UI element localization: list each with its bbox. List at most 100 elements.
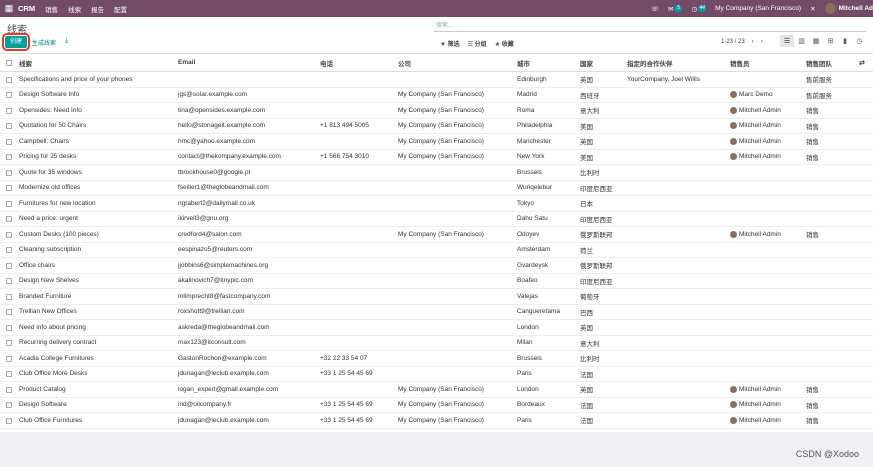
row-checkbox[interactable] [6, 154, 12, 160]
row-checkbox[interactable] [6, 169, 12, 176]
row-checkbox[interactable] [6, 123, 12, 129]
table-row[interactable]: Acadia College Furnitures GastonRochon@ex… [0, 351, 873, 367]
row-checkbox[interactable] [6, 324, 12, 331]
search-input[interactable]: 搜索... [434, 21, 866, 32]
table-row[interactable]: Quotation for 50 Chairs hello@stonageit.e… [0, 119, 873, 134]
group-by-button[interactable]: ☰ 分组 [468, 39, 487, 48]
table-row[interactable]: Need info about pricing askreda@theglobea… [0, 320, 873, 336]
row-checkbox[interactable] [6, 76, 12, 83]
row-checkbox[interactable] [6, 107, 12, 114]
phone-icon[interactable]: ☏ [651, 5, 659, 13]
row-checkbox[interactable] [6, 138, 12, 145]
row-checkbox[interactable] [6, 262, 12, 269]
table-row[interactable]: Trellian New Offices roxshott9@trellian.c… [0, 305, 873, 320]
favorites-button[interactable]: ★ 收藏 [495, 39, 514, 48]
column-header[interactable]: 城市 [517, 54, 577, 71]
table-row[interactable]: Club Office More Desks jdunagan@leclub.ex… [0, 367, 873, 382]
row-checkbox[interactable] [6, 371, 12, 377]
table-row[interactable]: Modernize old offices fseiller1@theglobea… [0, 181, 873, 196]
table-row[interactable]: Quote for 35 windows tbrockhouse0@google.… [0, 165, 873, 181]
column-header[interactable]: 销售团队 [806, 54, 856, 71]
table-cell: 法国 [580, 398, 625, 413]
calendar-view-icon[interactable]: ▦ [809, 35, 823, 47]
debug-tools-icon[interactable]: ✕ [810, 5, 815, 13]
row-checkbox[interactable] [6, 231, 12, 238]
table-row[interactable]: Specifications and price of your phones E… [0, 72, 873, 88]
optional-columns-icon[interactable]: ⇄ [859, 54, 869, 71]
row-checkbox[interactable] [6, 386, 12, 393]
table-cell [398, 258, 514, 273]
filter-button[interactable]: ▼ 筛选 [440, 39, 460, 48]
table-row[interactable]: Campbell: Chairs hmc@yahoo.example.com My … [0, 134, 873, 150]
table-row[interactable]: Custom Desks (100 pieces) credford4@salon… [0, 227, 873, 243]
pager-next-icon[interactable]: › [761, 39, 763, 45]
cell-text: 英国 [580, 139, 593, 147]
activity-icon[interactable]: ◷ 44 [691, 5, 707, 13]
table-row[interactable]: Opensides: Need Info tina@opensides.examp… [0, 103, 873, 119]
cell-text: Need a price: urgent [19, 215, 78, 223]
column-header[interactable]: 指定的合作伙伴 [627, 54, 727, 71]
menu-sales[interactable]: 销售 [45, 4, 58, 14]
row-checkbox[interactable] [6, 402, 12, 408]
row-checkbox[interactable] [6, 216, 12, 222]
column-header[interactable]: 线索 [19, 54, 169, 71]
company-switcher[interactable]: My Company (San Francisco) [715, 5, 801, 12]
messages-icon[interactable]: ✉ 5 [668, 5, 683, 13]
activity-view-icon[interactable]: ◷ [853, 35, 867, 47]
table-row[interactable]: Design Software ind@oilcompany.fr +33 1 25… [0, 398, 873, 413]
table-row[interactable]: Branded Furniture mlimprecht8@fastcompany… [0, 289, 873, 305]
menu-reports[interactable]: 报告 [91, 4, 104, 14]
table-row[interactable]: Design Software Info jgs@solar.example.co… [0, 88, 873, 103]
table-row[interactable]: Furnitures for new location ngrabert2@dai… [0, 196, 873, 212]
table-row[interactable]: Design New Shelves akalinovich7@tinypic.c… [0, 274, 873, 289]
menu-leads[interactable]: 线索 [68, 4, 81, 14]
table-row[interactable]: Club Office Furnitures jdunagan@leclub.ex… [0, 413, 873, 429]
row-checkbox[interactable] [6, 92, 12, 98]
cell-text: ikirvell3@gnu.org [178, 215, 229, 223]
table-row[interactable]: Need a price: urgent ikirvell3@gnu.org Dah… [0, 212, 873, 227]
user-menu[interactable]: Mitchell Ad [824, 3, 873, 14]
pager-value[interactable]: 1-23 / 23 [721, 39, 745, 45]
table-cell [730, 289, 804, 304]
row-checkbox[interactable] [6, 278, 12, 284]
row-checkbox[interactable] [6, 185, 12, 191]
graph-view-icon[interactable]: ▮ [838, 35, 852, 47]
table-row[interactable]: Pricing for 25 desks contact@thekompany.e… [0, 150, 873, 165]
row-checkbox[interactable] [6, 247, 12, 253]
table-cell: 印度尼西亚 [580, 181, 625, 196]
pager-prev-icon[interactable]: ‹ [752, 39, 754, 45]
generate-leads-button[interactable]: 生成线索 [32, 38, 56, 47]
column-header[interactable]: 国家 [580, 54, 625, 71]
row-checkbox[interactable] [6, 340, 12, 346]
row-checkbox[interactable] [6, 309, 12, 315]
column-header[interactable]: 销售员 [730, 54, 804, 71]
list-view-icon[interactable]: ☰ [780, 35, 794, 47]
table-row[interactable]: Cleaning subscription eespinazo5@reuters.… [0, 243, 873, 258]
create-button[interactable]: 创建 [1, 33, 31, 51]
cell-text: My Company (San Francisco) [398, 106, 484, 114]
pivot-view-icon[interactable]: ⊞ [824, 35, 838, 47]
row-checkbox[interactable] [6, 417, 12, 424]
row-checkbox[interactable] [6, 355, 12, 362]
select-all-checkbox[interactable] [6, 60, 12, 66]
table-cell: Gvardeysk [517, 258, 577, 273]
table-cell: Amsterdam [517, 243, 577, 258]
column-header[interactable]: 公司 [398, 54, 514, 71]
app-name[interactable]: CRM [18, 4, 35, 13]
kanban-view-icon[interactable]: ▥ [795, 35, 809, 47]
cell-text: askreda@theglobeandmail.com [178, 323, 270, 331]
menu-config[interactable]: 配置 [114, 4, 127, 14]
column-header[interactable]: 电话 [320, 54, 396, 71]
table-cell: jdunagan@leclub.example.com [178, 367, 318, 382]
cell-text: London [517, 385, 539, 393]
row-checkbox[interactable] [6, 200, 12, 207]
table-row[interactable]: Recurring delivery contract max123@itcons… [0, 336, 873, 351]
table-row[interactable]: Product Catalog logan_expert@gmail.exampl… [0, 382, 873, 398]
column-header[interactable]: Email [178, 54, 318, 71]
row-checkbox[interactable] [6, 293, 12, 300]
table-cell [320, 274, 396, 289]
table-row[interactable]: Office chairs jjobbins6@simplemachines.or… [0, 258, 873, 274]
column-header-label: 线索 [19, 60, 32, 68]
download-icon[interactable]: ⤓ [65, 37, 68, 45]
apps-menu-icon[interactable]: ▦ [0, 3, 18, 14]
